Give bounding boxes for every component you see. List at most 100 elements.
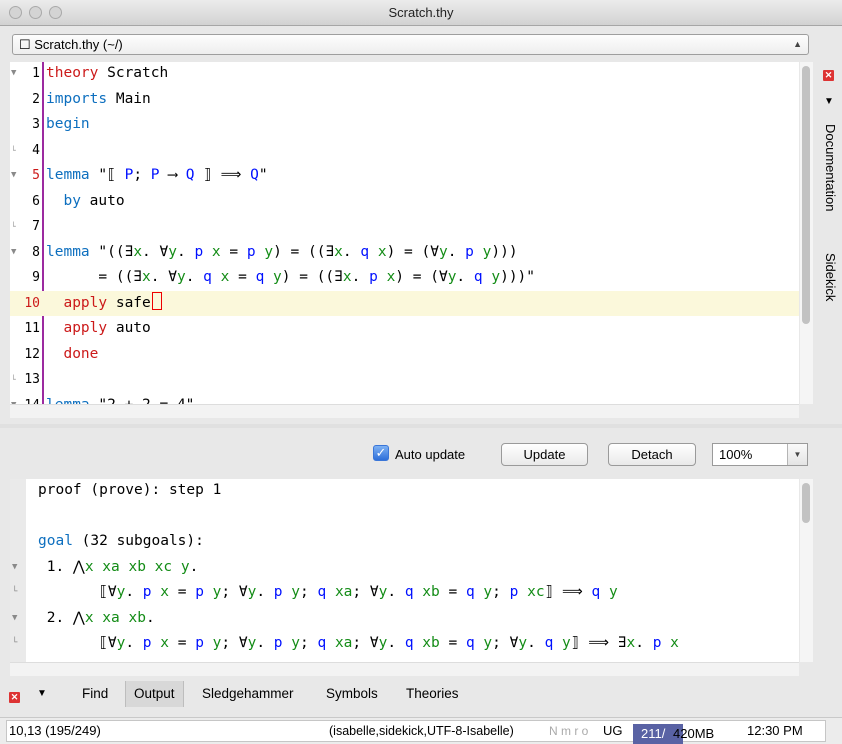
code-token: . (176, 243, 195, 260)
code-token: y (176, 269, 186, 285)
code-token: p (465, 243, 474, 260)
code-token: q (465, 635, 475, 651)
chevron-down-icon[interactable]: ▼ (787, 444, 807, 465)
tab-symbols[interactable]: Symbols (318, 681, 386, 707)
code-token: ; ∀ (492, 635, 519, 651)
code-token: . (527, 635, 545, 651)
buffer-mode[interactable]: (isabelle,sidekick,UTF-8-Isabelle) (329, 718, 514, 744)
editor-line[interactable]: └ 4 (10, 138, 799, 164)
code-token: xb (422, 635, 440, 651)
split-divider[interactable] (0, 424, 842, 428)
code-token: y (116, 584, 126, 600)
line-number: 9 (32, 270, 40, 285)
output-text: goal (32 subgoals): (38, 529, 204, 555)
fold-triangle-icon[interactable]: ▼ (12, 606, 17, 632)
editor-line[interactable]: └ 13 (10, 367, 799, 393)
caret-position[interactable]: 10,13 (195/249) (9, 718, 101, 744)
editor-horizontal-scrollbar[interactable] (10, 404, 799, 418)
code-token: p (194, 243, 204, 260)
code-token: ⟧ ⟹ (544, 584, 592, 600)
line-text: apply auto (46, 316, 151, 342)
code-token: x (160, 635, 169, 651)
editor-line[interactable]: 9 = ((∃x. ∀y. q x = q y) = ((∃x. p x) = … (10, 265, 799, 291)
tab-documentation[interactable]: Documentation (823, 124, 838, 211)
editor-scroll-thumb[interactable] (802, 66, 810, 324)
auto-update-checkbox[interactable]: ✓ (373, 445, 389, 461)
editor-line[interactable]: └ 7 (10, 214, 799, 240)
line-text: = ((∃x. ∀y. q x = q y) = ((∃x. p x) = (∀… (46, 265, 535, 291)
dock-menu-triangle-icon[interactable]: ▼ (824, 96, 834, 107)
code-token: . ∀ (150, 269, 177, 285)
editor-line[interactable]: 12 done (10, 342, 799, 368)
editor-line[interactable]: 10 apply safe (10, 290, 799, 317)
code-token: by (46, 192, 81, 209)
memory-indicator[interactable]: 211/ 420MB (633, 724, 733, 744)
title-bar: Scratch.thy (0, 0, 842, 26)
tab-output[interactable]: Output (125, 681, 184, 707)
code-token: lemma (46, 243, 90, 260)
tab-sledgehammer[interactable]: Sledgehammer (194, 681, 302, 707)
close-dock-icon[interactable]: ✕ (823, 66, 834, 81)
tab-theories[interactable]: Theories (398, 681, 467, 707)
text-editor[interactable]: ▼ 1 theory Scratch 2 imports Main 3 begin └ 4 ▼ 5 l… (10, 62, 799, 404)
encoding-flag[interactable]: UG (603, 718, 623, 744)
code-token: done (46, 345, 99, 362)
line-number: 13 (24, 372, 40, 387)
output-line: ▼ 1. ⋀x xa xb xc y. (10, 555, 799, 581)
detach-button[interactable]: Detach (608, 443, 696, 466)
code-token: x (626, 635, 636, 651)
fold-triangle-icon[interactable]: ▼ (12, 555, 17, 581)
output-text: 1. ⋀x xa xb xc y. (38, 555, 199, 581)
zoom-select[interactable]: 100% ▼ (712, 443, 808, 466)
editor-line[interactable]: 6 by auto (10, 189, 799, 215)
editor-line[interactable]: ▼ 1 theory Scratch (10, 62, 799, 87)
line-number: 1 (32, 66, 40, 81)
output-scroll-thumb[interactable] (802, 483, 810, 523)
editor-line[interactable]: 11 apply auto (10, 316, 799, 342)
editor-line[interactable]: ▼14lemma "2 + 2 = 4" (10, 393, 799, 405)
code-token: 1. ⋀ (38, 558, 85, 575)
buffer-selector-label: ☐ Scratch.thy (~/) (19, 37, 123, 52)
line-number: 7 (32, 219, 40, 234)
tab-sidekick[interactable]: Sidekick (823, 253, 838, 301)
code-token: ; ∀ (352, 584, 379, 600)
editor-line[interactable]: ▼ 8 lemma "((∃x. ∀y. p x = p y) = ((∃x. q … (10, 240, 799, 266)
code-token: begin (46, 116, 90, 132)
auto-update-label: Auto update (395, 447, 466, 462)
code-token: y (116, 635, 126, 651)
code-token: x (133, 243, 143, 260)
close-bottom-dock-icon[interactable]: ✕ (9, 688, 20, 703)
editor-line[interactable]: 2 imports Main (10, 87, 799, 113)
text-cursor (151, 291, 162, 310)
bottom-dock-menu-icon[interactable]: ▼ (37, 688, 47, 699)
output-horizontal-scrollbar[interactable] (10, 662, 799, 676)
code-token: . (256, 584, 274, 600)
code-token: y (609, 584, 618, 600)
tab-find[interactable]: Find (74, 681, 116, 707)
line-number: 2 (32, 91, 40, 107)
editor-line[interactable]: ▼ 5 lemma "⟦ P; P ⟶ Q ⟧ ⟹ Q" (10, 163, 799, 189)
editor-vertical-scrollbar[interactable] (800, 62, 813, 404)
editor-line[interactable]: 3 begin (10, 112, 799, 138)
output-panel[interactable]: proof (prove): step 1 goal (32 subgoals):… (10, 479, 799, 662)
line-text: apply safe (46, 291, 162, 317)
code-token: auto (107, 320, 151, 336)
line-text: by auto (46, 189, 124, 215)
code-token: P (124, 167, 134, 183)
line-text: lemma "((∃x. ∀y. p x = p y) = ((∃x. q x)… (46, 240, 518, 266)
code-token: q (404, 635, 414, 651)
editor-flags[interactable]: N m r o (549, 718, 588, 744)
buffer-selector[interactable]: ☐ Scratch.thy (~/) ▲ (12, 34, 809, 55)
line-number: 11 (24, 321, 40, 336)
update-button[interactable]: Update (501, 443, 588, 466)
code-token: proof (prove): step 1 (38, 482, 222, 498)
code-token: q (544, 635, 554, 651)
code-token: y (264, 243, 274, 260)
output-vertical-scrollbar[interactable] (800, 479, 813, 662)
code-token: ) = (∀ (386, 243, 439, 260)
code-token: "2 + 2 = 4" (90, 397, 194, 405)
